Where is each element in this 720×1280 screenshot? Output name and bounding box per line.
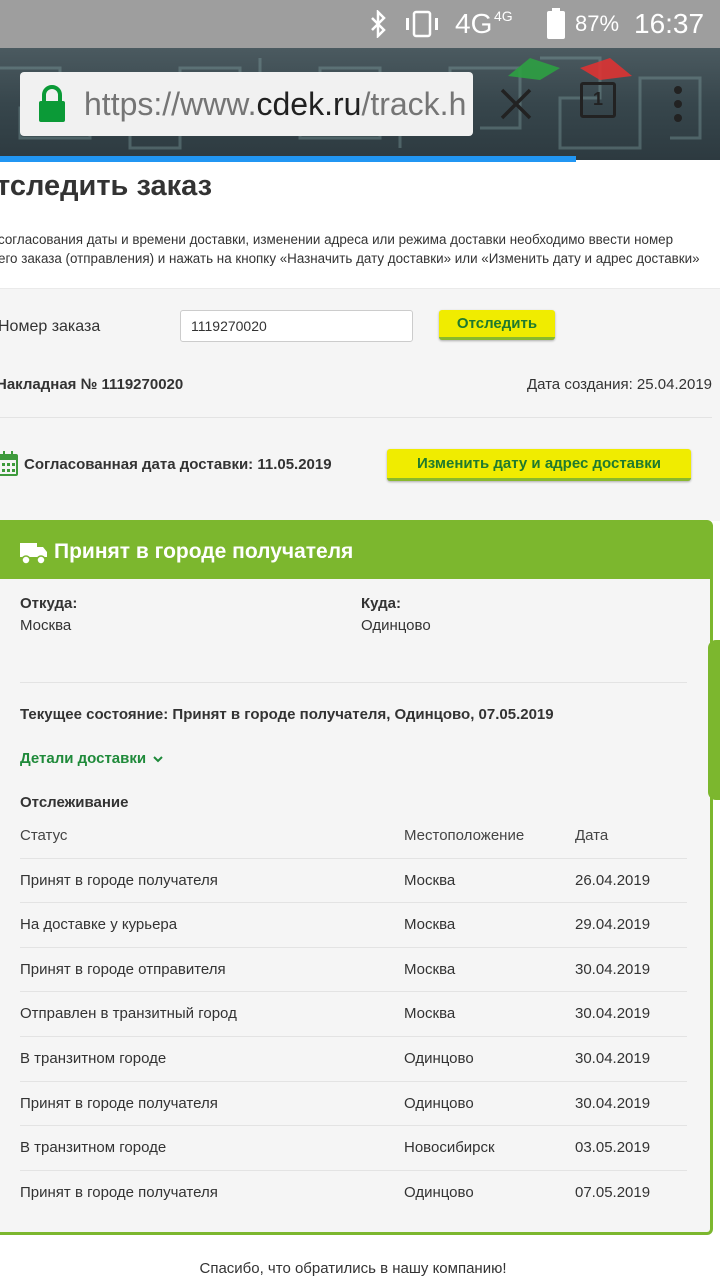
footer-thanks: Спасибо, что обратились в нашу компанию!	[199, 1260, 507, 1277]
calendar-icon	[0, 451, 18, 476]
logo-emblem	[508, 58, 632, 80]
row-location: Одинцово	[404, 1184, 474, 1201]
intro-line: его заказа (отправления) и нажать на кно…	[0, 251, 700, 266]
change-date-address-button[interactable]: Изменить дату и адрес доставки	[387, 449, 691, 481]
row-date: 03.05.2019	[575, 1139, 651, 1156]
row-status: Отправлен в транзитный город	[20, 1005, 237, 1022]
status-card-header: Принят в городе получателя	[0, 523, 710, 579]
vibrate-icon	[406, 10, 438, 38]
truck-icon	[20, 543, 47, 565]
url-text[interactable]: https://www.cdek.ru/track.h	[84, 72, 466, 136]
row-status: В транзитном городе	[20, 1139, 167, 1156]
row-status: На доставке у курьера	[20, 916, 178, 933]
row-date: 26.04.2019	[575, 872, 651, 889]
row-status: Принят в городе получателя	[20, 1184, 218, 1201]
to-label: Куда:	[361, 595, 401, 612]
row-date: 30.04.2019	[575, 961, 651, 978]
network-type: 4G	[455, 8, 493, 39]
status-card-title: Принят в городе получателя	[54, 540, 354, 563]
from-label: Откуда:	[20, 595, 78, 612]
tracking-section-title: Отслеживание	[20, 794, 129, 811]
divider	[0, 417, 712, 418]
bluetooth-icon	[371, 10, 386, 38]
url-domain: cdek.ru	[256, 86, 362, 122]
row-location: Одинцово	[404, 1095, 474, 1112]
table-row: В транзитном городе Одинцово 30.04.2019	[20, 1036, 687, 1081]
tabs-icon[interactable]: 1	[580, 82, 616, 118]
row-location: Москва	[404, 1005, 456, 1022]
to-value: Одинцово	[361, 617, 431, 634]
clock: 16:37	[634, 8, 705, 39]
row-date: 30.04.2019	[575, 1005, 651, 1022]
current-state: Текущее состояние: Принят в городе получ…	[20, 706, 554, 723]
chevron-down-icon	[153, 756, 163, 763]
lock-icon	[39, 85, 65, 122]
order-number-input[interactable]	[180, 310, 413, 342]
row-status: Принят в городе отправителя	[20, 961, 226, 978]
column-header-status: Статус	[20, 827, 68, 844]
table-row: Принят в городе отправителя Москва 30.04…	[20, 947, 687, 992]
row-location: Одинцово	[404, 1050, 474, 1067]
table-row: Принят в городе получателя Москва 26.04.…	[20, 858, 687, 903]
page-load-progress	[0, 156, 576, 162]
waybill-number: Накладная № 1119270020	[0, 376, 184, 393]
row-status: Принят в городе получателя	[20, 1095, 218, 1112]
url-path: /track.h	[361, 86, 467, 122]
agreed-delivery-date: Согласованная дата доставки: 11.05.2019	[24, 456, 332, 473]
table-row: Принят в городе получателя Одинцово 07.0…	[20, 1170, 687, 1215]
row-location: Москва	[404, 916, 456, 933]
page-title: тследить заказ	[0, 170, 213, 202]
tab-count: 1	[592, 89, 603, 109]
url-prefix: https://www.	[84, 86, 257, 122]
row-date: 07.05.2019	[575, 1184, 651, 1201]
table-row: В транзитном городе Новосибирск 03.05.20…	[20, 1125, 687, 1170]
row-location: Новосибирск	[404, 1139, 495, 1156]
column-header-date: Дата	[575, 827, 609, 844]
delivery-details-label: Детали доставки	[20, 750, 147, 767]
battery-percent: 87%	[575, 11, 620, 36]
more-icon[interactable]	[672, 84, 684, 124]
table-row: На доставке у курьера Москва 29.04.2019	[20, 902, 687, 947]
battery-icon	[547, 8, 565, 39]
delivery-details-link[interactable]: Детали доставки	[20, 750, 164, 767]
row-location: Москва	[404, 961, 456, 978]
row-location: Москва	[404, 872, 456, 889]
address-bar[interactable]: https://www.cdek.ru/track.h	[20, 72, 473, 136]
creation-date: Дата создания: 25.04.2019	[526, 376, 712, 393]
status-bar: 4G 4G 87% 16:37	[0, 0, 720, 48]
row-date: 29.04.2019	[575, 916, 651, 933]
table-row: Отправлен в транзитный город Москва 30.0…	[20, 991, 687, 1036]
intro-text: согласования даты и времени доставки, из…	[0, 230, 718, 268]
order-number-label: Номер заказа	[0, 318, 101, 335]
row-date: 30.04.2019	[575, 1095, 651, 1112]
from-value: Москва	[20, 617, 72, 634]
close-icon[interactable]	[496, 84, 536, 124]
intro-line: согласования даты и времени доставки, из…	[0, 232, 674, 247]
row-status: В транзитном городе	[20, 1050, 167, 1067]
table-row: Принят в городе получателя Одинцово 30.0…	[20, 1081, 687, 1126]
divider	[20, 682, 687, 683]
row-date: 30.04.2019	[575, 1050, 651, 1067]
column-header-location: Местоположение	[404, 827, 525, 844]
row-status: Принят в городе получателя	[20, 872, 218, 889]
side-feedback-tab[interactable]	[708, 640, 720, 800]
network-type-sup: 4G	[494, 8, 513, 24]
track-button[interactable]: Отследить	[439, 310, 555, 340]
browser-toolbar: https://www.cdek.ru/track.h 1	[0, 48, 720, 160]
